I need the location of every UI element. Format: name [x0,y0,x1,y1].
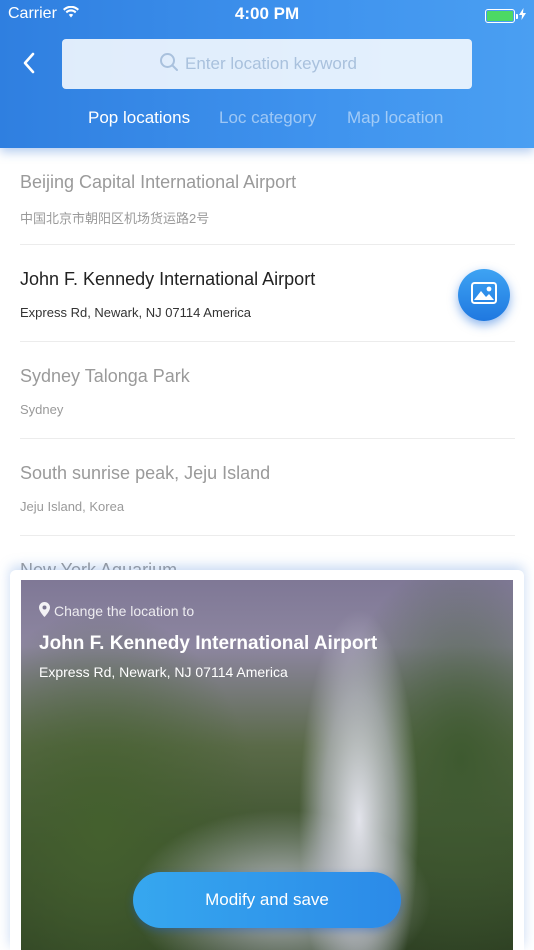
location-name: Beijing Capital International Airport [20,172,297,192]
location-address: Express Rd, Newark, NJ 07114 America [20,305,251,320]
selected-location-address: Express Rd, Newark, NJ 07114 America [39,664,288,680]
status-time: 4:00 PM [234,4,300,23]
location-address: Jeju Island, Korea [20,499,125,514]
battery-tip [516,14,518,19]
modify-and-save-button[interactable]: Modify and save [133,872,401,928]
selected-location-title: John F. Kennedy International Airport [39,633,378,654]
location-address: 中国北京市朝阳区机场货运路2号 [20,211,210,226]
tab-loc-category[interactable]: Loc category [219,108,316,128]
header: Carrier 4:00 PM Enter location keyword P… [0,0,534,148]
location-item-sydney[interactable]: Sydney Talonga Park Sydney [20,342,515,439]
location-name: Sydney Talonga Park [20,366,190,386]
status-bar: Carrier 4:00 PM [0,0,534,28]
search-input[interactable] [185,54,375,74]
tab-bar: Pop locations Loc category Map location [0,108,534,132]
location-name: John F. Kennedy International Airport [20,269,316,289]
back-button[interactable] [14,50,44,80]
search-bar[interactable] [62,39,472,89]
change-location-sheet: Change the location to John F. Kennedy I… [10,570,524,950]
image-fab-button[interactable] [458,269,510,321]
battery-indicator [485,7,526,25]
tab-map-location[interactable]: Map location [347,108,443,128]
location-item-jeju[interactable]: South sunrise peak, Jeju Island Jeju Isl… [20,439,515,536]
location-photo-card: Change the location to John F. Kennedy I… [21,580,513,950]
bolt-icon [519,7,526,25]
chevron-left-icon [22,52,36,79]
search-icon [159,52,179,77]
location-item-beijing[interactable]: Beijing Capital International Airport 中国… [20,148,515,245]
location-pin-icon [39,602,50,620]
location-address: Sydney [20,402,64,417]
location-name: South sunrise peak, Jeju Island [20,463,271,483]
battery-fill [487,11,513,21]
change-location-label: Change the location to [54,603,195,619]
location-item-jfk[interactable]: John F. Kennedy International Airport Ex… [20,245,515,342]
tab-pop-locations[interactable]: Pop locations [88,108,190,128]
image-icon [471,281,497,309]
change-location-label-row: Change the location to [39,602,194,620]
battery-icon [485,9,518,23]
location-list: Beijing Capital International Airport 中国… [0,148,534,586]
